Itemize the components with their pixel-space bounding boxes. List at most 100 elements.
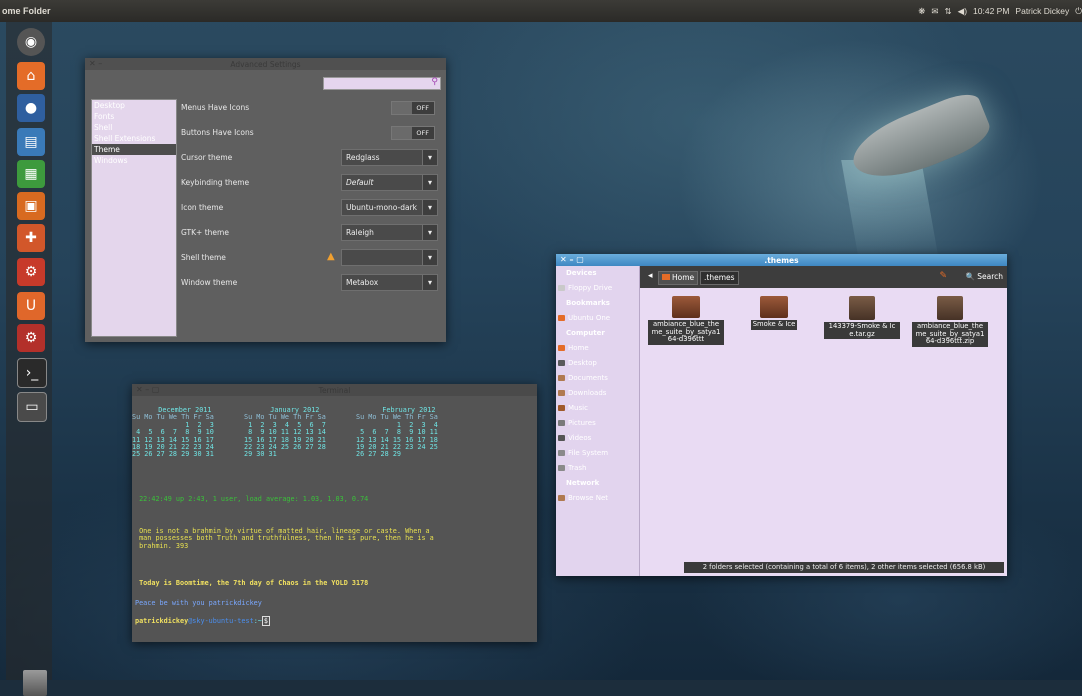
theme-dropdown[interactable]: Metabox ▾: [341, 274, 438, 291]
settings-category-item[interactable]: Shell: [92, 122, 176, 133]
breadcrumb-home[interactable]: Home: [658, 271, 699, 285]
dropdown-value: Ubuntu-mono-dark: [346, 203, 418, 212]
greeting-line: Peace be with you patrickdickey: [135, 599, 262, 607]
file-item[interactable]: ambiance_blue_theme_suite_by_satya164-d3…: [912, 296, 988, 347]
place-icon: [558, 495, 565, 501]
sidebar-place-item[interactable]: Browse Net: [556, 491, 639, 506]
window-titlebar[interactable]: ✕ – ▢ .themes: [556, 254, 1007, 266]
settings-category-item[interactable]: Desktop: [92, 100, 176, 111]
volume-icon[interactable]: ◀): [958, 6, 967, 17]
dropdown-value: Metabox: [346, 278, 379, 287]
chevron-down-icon[interactable]: ▾: [422, 149, 438, 166]
window-controls[interactable]: ✕ –: [89, 59, 102, 68]
indicator-icon[interactable]: ❋: [918, 6, 925, 17]
settings-category-item[interactable]: Fonts: [92, 111, 176, 122]
trash-icon[interactable]: [23, 670, 47, 696]
sidebar-place-item[interactable]: Home: [556, 341, 639, 356]
back-arrow-icon[interactable]: ◂: [648, 271, 653, 281]
theme-dropdown[interactable]: Redglass ▾: [341, 149, 438, 166]
mail-icon[interactable]: ✉: [931, 6, 938, 17]
chevron-down-icon[interactable]: ▾: [422, 199, 438, 216]
settings-category-item[interactable]: Windows: [92, 155, 176, 166]
window-titlebar[interactable]: ✕ – ▢ Terminal: [132, 384, 537, 396]
uptime-line: 22:42:49 up 2:43, 1 user, load average: …: [135, 495, 369, 503]
toggle-state: OFF: [416, 129, 429, 137]
terminal-icon[interactable]: ›_: [17, 358, 47, 388]
settings-category-item[interactable]: Theme: [92, 144, 176, 155]
breadcrumb-current[interactable]: .themes: [700, 271, 739, 285]
file-item[interactable]: Smoke & Ice: [736, 296, 812, 330]
network-icon[interactable]: ⇅: [945, 6, 952, 17]
system-settings-icon[interactable]: ⚙: [17, 324, 45, 352]
calendar-week: 25 26 27 28 29 30 31: [132, 450, 214, 459]
calc-icon[interactable]: ▦: [17, 160, 45, 188]
place-icon: [558, 405, 565, 411]
user-menu[interactable]: Patrick Dickey: [1015, 6, 1069, 16]
settings-category-item[interactable]: Shell Extensions: [92, 133, 176, 144]
terminal-window: ✕ – ▢ Terminal December 2011 Su Mo Tu We …: [132, 384, 537, 642]
sidebar-place-item[interactable]: Trash: [556, 461, 639, 476]
sidebar-place-item[interactable]: Videos: [556, 431, 639, 446]
place-label: Music: [568, 404, 588, 412]
prompt-cursor[interactable]: $: [261, 616, 270, 626]
prompt-user: patrickdickey: [135, 617, 189, 625]
chevron-down-icon[interactable]: ▾: [422, 249, 438, 266]
impress-icon[interactable]: ▣: [17, 192, 45, 220]
calendar-month: December 2011 Su Mo Tu We Th Fr Sa 1 2 3 …: [132, 406, 214, 459]
search-icon: 🔍: [965, 272, 975, 281]
writer-icon[interactable]: ▤: [17, 128, 45, 156]
search-button[interactable]: 🔍 Search: [965, 272, 1003, 281]
edit-location-icon[interactable]: ✎: [939, 271, 947, 281]
file-item[interactable]: ambiance_blue_theme_suite_by_satya164-d3…: [648, 296, 724, 345]
chevron-down-icon[interactable]: ▾: [422, 274, 438, 291]
sidebar-place-item[interactable]: Desktop: [556, 356, 639, 371]
dash-icon[interactable]: ◉: [17, 28, 45, 56]
sidebar-place-item[interactable]: Ubuntu One: [556, 311, 639, 326]
settings-icon[interactable]: ⚙: [17, 258, 45, 286]
ubuntu-one-icon[interactable]: U: [17, 292, 45, 320]
setting-label: Cursor theme: [181, 153, 233, 162]
sidebar-section-header: Bookmarks: [566, 299, 610, 307]
sidebar-place-item[interactable]: File System: [556, 446, 639, 461]
folder-icon: [760, 296, 788, 318]
place-label: Home: [568, 344, 589, 352]
firefox-icon[interactable]: ●: [17, 94, 45, 122]
toggle-switch[interactable]: OFF: [391, 126, 435, 140]
window-titlebar[interactable]: ✕ – Advanced Settings: [85, 58, 446, 70]
sidebar-place-item[interactable]: Pictures: [556, 416, 639, 431]
file-item[interactable]: 143379-Smoke & Ice.tar.gz: [824, 296, 900, 340]
active-window-title: ome Folder: [2, 6, 51, 16]
theme-dropdown[interactable]: Ubuntu-mono-dark ▾: [341, 199, 438, 216]
power-icon[interactable]: ⏻: [1075, 6, 1082, 17]
theme-dropdown[interactable]: Default ▾: [341, 174, 438, 191]
terminal-output[interactable]: December 2011 Su Mo Tu We Th Fr Sa 1 2 3 …: [132, 396, 537, 642]
sidebar-place-item[interactable]: Downloads: [556, 386, 639, 401]
settings-sidebar: Desktop Fonts Shell Shell Extensions Theme Wi…: [91, 99, 177, 337]
sidebar-place-item[interactable]: Documents: [556, 371, 639, 386]
software-center-icon[interactable]: ✚: [17, 224, 45, 252]
sidebar-place-item[interactable]: Floppy Drive: [556, 281, 639, 296]
settings-search-input[interactable]: ⚲: [323, 77, 441, 90]
place-icon: [558, 450, 565, 456]
clock[interactable]: 10:42 PM: [973, 6, 1009, 16]
window-controls[interactable]: ✕ – ▢: [136, 385, 159, 394]
sidebar-place-item[interactable]: Music: [556, 401, 639, 416]
settings-main-panel: Menus Have Icons OFF Buttons Have Icons OFF…: [181, 99, 439, 335]
home-folder-icon[interactable]: ⌂: [17, 62, 45, 90]
advanced-settings-icon[interactable]: ▭: [17, 392, 47, 422]
prompt-host: @sky-ubuntu-test: [188, 617, 254, 625]
window-controls[interactable]: ✕ – ▢: [560, 255, 584, 264]
theme-dropdown[interactable]: Raleigh ▾: [341, 224, 438, 241]
setting-label: Icon theme: [181, 203, 224, 212]
setting-label: Shell theme: [181, 253, 226, 262]
place-label: Ubuntu One: [568, 314, 611, 322]
prompt-line[interactable]: patrickdickey@sky-ubuntu-test:~ $: [135, 616, 270, 626]
toggle-switch[interactable]: OFF: [391, 101, 435, 115]
chevron-down-icon[interactable]: ▾: [422, 174, 438, 191]
location-toolbar: ◂ Home .themes ✎ 🔍 Search: [640, 266, 1007, 288]
ddate-line: Today is Boomtime, the 7th day of Chaos …: [135, 579, 369, 587]
fortune-quote: One is not a brahmin by virtue of matted…: [135, 527, 434, 550]
theme-dropdown[interactable]: ▾: [341, 249, 438, 266]
chevron-down-icon[interactable]: ▾: [422, 224, 438, 241]
window-title: Advanced Settings: [230, 59, 301, 69]
